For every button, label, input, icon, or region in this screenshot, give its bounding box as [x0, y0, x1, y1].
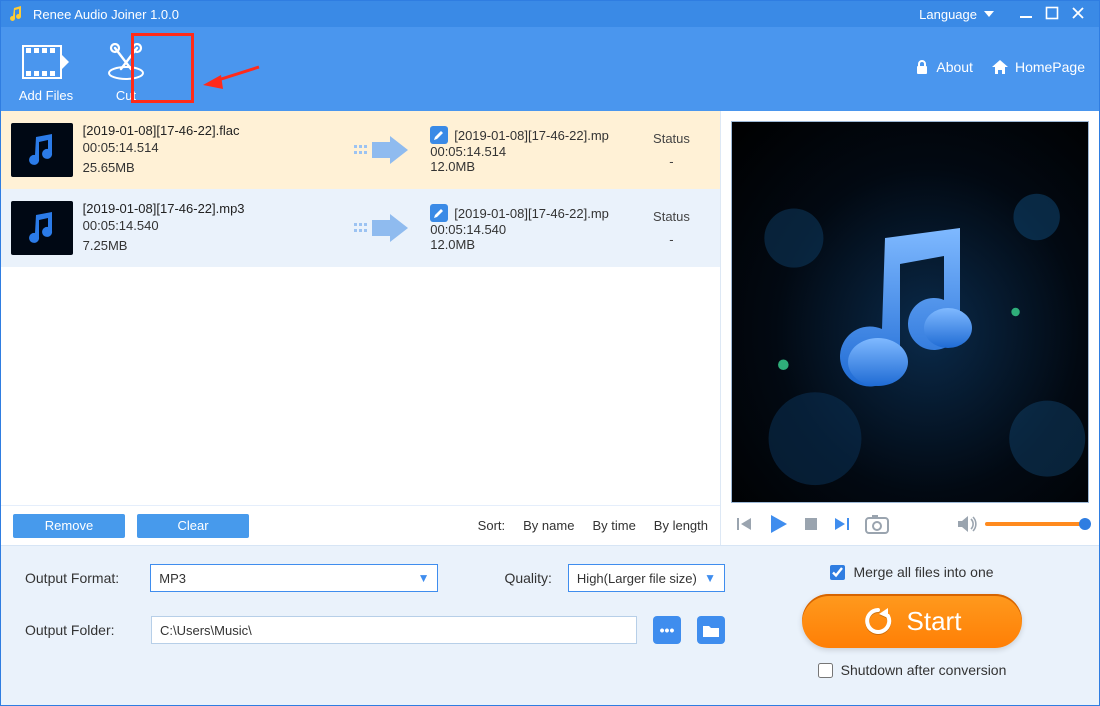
status-value: - [633, 232, 710, 247]
quality-dropdown[interactable]: High(Larger file size) ▼ [568, 564, 725, 592]
sort-by-length[interactable]: By length [654, 518, 708, 533]
filmstrip-icon [1, 42, 91, 82]
snapshot-button[interactable] [865, 514, 889, 534]
chevron-down-icon: ▼ [418, 571, 430, 585]
src-duration: 00:05:14.514 [83, 138, 334, 158]
right-pane [721, 111, 1099, 545]
language-dropdown[interactable]: Language [919, 7, 995, 22]
shutdown-checkbox[interactable]: Shutdown after conversion [818, 662, 1007, 678]
about-link[interactable]: About [914, 59, 973, 75]
close-button[interactable] [1065, 6, 1091, 23]
arrow-annotation [201, 61, 261, 91]
footer: Output Format: MP3 ▼ Quality: High(Large… [1, 545, 1099, 705]
file-thumbnail [11, 201, 73, 255]
merge-checkbox-input[interactable] [830, 565, 845, 580]
app-title: Renee Audio Joiner 1.0.0 [33, 7, 179, 22]
maximize-button[interactable] [1039, 6, 1065, 23]
homepage-label: HomePage [1015, 59, 1085, 75]
output-format-value: MP3 [159, 571, 186, 586]
file-row[interactable]: [2019-01-08][17-46-22].flac 00:05:14.514… [1, 111, 720, 189]
about-label: About [936, 59, 973, 75]
start-label: Start [907, 606, 962, 637]
minimize-button[interactable] [1013, 6, 1039, 23]
output-folder-label: Output Folder: [25, 622, 135, 638]
app-window: Renee Audio Joiner 1.0.0 Language [0, 0, 1100, 706]
dst-duration: 00:05:14.540 [430, 222, 623, 237]
start-button[interactable]: Start [802, 594, 1022, 648]
status-value: - [633, 154, 710, 169]
prev-track-button[interactable] [735, 515, 753, 533]
volume-icon[interactable] [957, 515, 977, 533]
clear-button[interactable]: Clear [137, 514, 249, 538]
open-folder-button[interactable] [697, 616, 725, 644]
src-size: 7.25MB [83, 236, 334, 256]
dst-filename: [2019-01-08][17-46-22].mp [454, 206, 609, 221]
quality-value: High(Larger file size) [577, 571, 697, 586]
music-note-icon [830, 228, 990, 403]
src-filename: [2019-01-08][17-46-22].flac [83, 123, 334, 138]
add-files-button[interactable]: Add Files [1, 42, 91, 111]
shutdown-checkbox-input[interactable] [818, 663, 833, 678]
player-controls [721, 503, 1099, 545]
volume-knob[interactable] [1079, 518, 1091, 530]
browse-button[interactable]: ••• [653, 616, 681, 644]
language-label: Language [919, 7, 977, 22]
add-files-label: Add Files [1, 88, 91, 103]
convert-arrow-icon [343, 214, 420, 242]
remove-button[interactable]: Remove [13, 514, 125, 538]
left-pane: [2019-01-08][17-46-22].flac 00:05:14.514… [1, 111, 721, 545]
chevron-down-icon: ▼ [704, 571, 716, 585]
app-logo-icon [9, 6, 25, 22]
lock-icon [914, 59, 930, 75]
output-folder-value: C:\Users\Music\ [160, 623, 252, 638]
list-action-bar: Remove Clear Sort: By name By time By le… [1, 505, 720, 545]
merge-checkbox[interactable]: Merge all files into one [830, 564, 993, 580]
preview-area [731, 121, 1089, 503]
convert-arrow-icon [343, 136, 420, 164]
sort-by-time[interactable]: By time [592, 518, 635, 533]
sort-by-name[interactable]: By name [523, 518, 574, 533]
stop-button[interactable] [803, 516, 819, 532]
dst-filename: [2019-01-08][17-46-22].mp [454, 128, 609, 143]
quality-label: Quality: [504, 570, 551, 586]
status-label: Status [633, 209, 710, 224]
shutdown-label: Shutdown after conversion [841, 662, 1007, 678]
merge-label: Merge all files into one [853, 564, 993, 580]
src-filename: [2019-01-08][17-46-22].mp3 [83, 201, 334, 216]
refresh-icon [863, 606, 893, 636]
scissors-icon [91, 42, 161, 82]
dst-size: 12.0MB [430, 159, 623, 174]
play-button[interactable] [767, 513, 789, 535]
cut-label: Cut [91, 88, 161, 103]
output-format-label: Output Format: [25, 570, 134, 586]
output-format-dropdown[interactable]: MP3 ▼ [150, 564, 438, 592]
src-duration: 00:05:14.540 [83, 216, 334, 236]
chevron-down-icon [983, 9, 995, 19]
file-row[interactable]: [2019-01-08][17-46-22].mp3 00:05:14.540 … [1, 189, 720, 267]
sort-label: Sort: [478, 518, 505, 533]
dst-size: 12.0MB [430, 237, 623, 252]
home-icon [991, 59, 1009, 75]
edit-output-button[interactable] [430, 204, 448, 222]
homepage-link[interactable]: HomePage [991, 59, 1085, 75]
output-folder-input[interactable]: C:\Users\Music\ [151, 616, 637, 644]
folder-icon [702, 623, 720, 638]
status-label: Status [633, 131, 710, 146]
file-list: [2019-01-08][17-46-22].flac 00:05:14.514… [1, 111, 720, 505]
file-thumbnail [11, 123, 73, 177]
src-size: 25.65MB [83, 158, 334, 178]
volume-slider[interactable] [985, 522, 1085, 526]
titlebar: Renee Audio Joiner 1.0.0 Language [1, 1, 1099, 27]
edit-output-button[interactable] [430, 126, 448, 144]
toolbar: Add Files Cut About [1, 27, 1099, 111]
cut-button[interactable]: Cut [91, 42, 161, 111]
dst-duration: 00:05:14.514 [430, 144, 623, 159]
next-track-button[interactable] [833, 515, 851, 533]
main-area: [2019-01-08][17-46-22].flac 00:05:14.514… [1, 111, 1099, 545]
